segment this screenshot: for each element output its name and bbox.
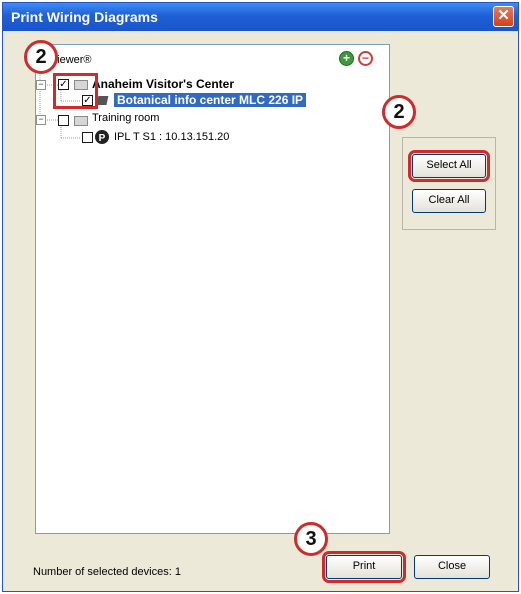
checkbox-ipl[interactable] — [82, 132, 93, 143]
collapse-icon[interactable]: − — [36, 115, 46, 125]
add-icon[interactable]: + — [339, 51, 354, 66]
callout-step-select: 2 — [382, 95, 416, 129]
print-button[interactable]: Print — [322, 551, 406, 583]
tree-item-botanical[interactable]: Botanical info center MLC 226 IP — [114, 93, 307, 107]
device-icon — [96, 93, 111, 107]
tree-item-anaheim[interactable]: Anaheim Visitor's Center — [92, 77, 234, 91]
checkbox-training-room[interactable] — [58, 115, 69, 126]
tree-item-ipl[interactable]: IPL T S1 : 10.13.151.20 — [114, 131, 229, 143]
selected-count-status: Number of selected devices: 1 — [33, 566, 181, 578]
close-button[interactable]: Close — [414, 555, 490, 579]
svg-text:P: P — [99, 133, 106, 144]
ip-device-icon: P — [94, 129, 110, 144]
clear-all-button[interactable]: Clear All — [412, 189, 486, 213]
collapse-icon[interactable]: − — [36, 80, 46, 90]
remove-icon[interactable]: − — [358, 51, 373, 66]
title-bar: Print Wiring Diagrams ✕ — [3, 3, 518, 31]
select-all-button[interactable]: Select All — [408, 150, 490, 182]
device-tree-panel[interactable]: Viewer® + − − ✓ Anaheim Visitor's Center… — [35, 44, 390, 534]
callout-step-tree: 2 — [24, 40, 58, 74]
close-window-button[interactable]: ✕ — [493, 6, 514, 27]
tree-item-training-room[interactable]: Training room — [92, 112, 159, 124]
window-title: Print Wiring Diagrams — [11, 9, 158, 25]
callout-step-print: 3 — [294, 522, 328, 556]
checkbox-highlight — [53, 73, 98, 109]
selection-button-group — [402, 137, 496, 230]
folder-icon — [74, 116, 88, 126]
